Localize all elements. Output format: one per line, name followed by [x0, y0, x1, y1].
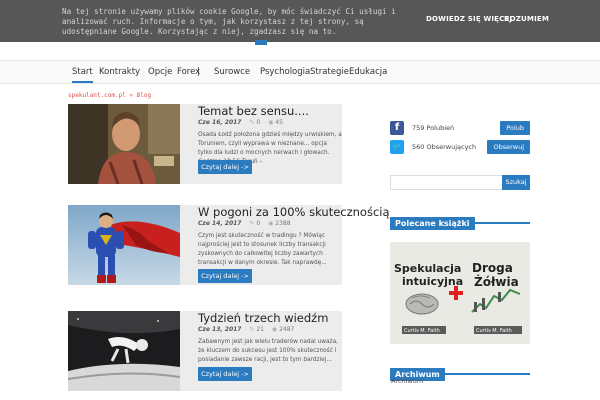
breadcrumb-separator: »	[129, 92, 134, 99]
post-date: Cze 16, 2017	[198, 119, 242, 126]
twitter-follow-button[interactable]: Obserwuj	[487, 140, 530, 154]
post-comments-count: 0	[256, 220, 261, 227]
books-widget-title: Polecane książki	[390, 211, 530, 230]
post-views-count: 2487	[279, 326, 295, 333]
post-meta: Cze 14, 2017 ✎ 0 ◉ 2388	[198, 220, 291, 227]
post-meta: Cze 13, 2017 ✎ 21 ◉ 2487	[198, 326, 294, 333]
comments-icon: ✎	[249, 326, 255, 333]
post-excerpt: Zabawnym jest jak wielu traderów nadal u…	[198, 339, 338, 363]
book1-author: Curtis M. Faith	[404, 328, 440, 334]
nav-item-surowce[interactable]: Surowce	[214, 67, 250, 77]
archive-widget-title: Archiwum	[390, 362, 530, 381]
views-icon: ◉	[268, 220, 274, 227]
post-title[interactable]: Tydzień trzech wiedźm	[198, 311, 328, 325]
post-comments-count: 0	[256, 119, 261, 126]
nav-separator-icon: |	[197, 67, 200, 77]
comments-icon: ✎	[249, 119, 255, 126]
comments-icon: ✎	[249, 220, 255, 227]
search-button[interactable]: Szukaj	[502, 175, 530, 190]
main-nav: Start Kontrakty Opcje Forex | Surowce Ps…	[0, 60, 600, 84]
read-more-button[interactable]: Czytaj dalej ->	[198, 269, 252, 283]
twitter-icon[interactable]: 🐦	[390, 140, 404, 154]
twitter-widget: 🐦 560 Obserwujących Obserwuj	[390, 140, 530, 156]
post-card: W pogoni za 100% skutecznością Cze 14, 2…	[68, 205, 390, 285]
book2-title-line1: Droga	[472, 261, 513, 275]
nav-item-kontrakty[interactable]: Kontrakty	[99, 67, 140, 77]
post-card: Temat bez sensu.... Cze 16, 2017 ✎ 0 ◉ 4…	[68, 104, 342, 184]
post-views-count: 2388	[275, 220, 291, 227]
read-more-button[interactable]: Czytaj dalej ->	[198, 160, 252, 174]
post-excerpt: Czym jest skuteczność w tradingu ? Mówią…	[198, 233, 327, 266]
book2-author: Curtis M. Faith	[476, 328, 512, 334]
post-thumbnail-astronaut[interactable]	[68, 311, 180, 391]
post-title[interactable]: Temat bez sensu....	[198, 104, 309, 118]
nav-item-psychologia[interactable]: Psychologia	[260, 67, 310, 77]
book1-title-line1: Spekulacja	[394, 262, 461, 275]
views-icon: ◉	[271, 326, 278, 333]
book2-title-line2: Żółwia	[474, 274, 519, 289]
nav-item-start[interactable]: Start	[72, 67, 93, 83]
facebook-widget: f 759 Polubień Polub	[390, 121, 530, 137]
post-date: Cze 13, 2017	[198, 326, 242, 333]
post-title[interactable]: W pogoni za 100% skutecznością	[198, 205, 390, 219]
accept-cookies-button[interactable]: ROZUMIEM	[504, 15, 549, 23]
facebook-like-button[interactable]: Polub	[500, 121, 530, 135]
nav-item-opcje[interactable]: Opcje	[148, 67, 172, 77]
breadcrumb: spekulant.com.pl » Blog	[68, 92, 151, 99]
views-icon: ◉	[268, 119, 274, 126]
breadcrumb-home[interactable]: spekulant.com.pl	[68, 92, 126, 99]
facebook-likes-count: 759 Polubień	[412, 124, 455, 132]
post-date: Cze 14, 2017	[198, 220, 242, 227]
post-thumbnail-superman[interactable]	[68, 205, 180, 285]
cookie-banner: Na tej stronie używamy plików cookie Goo…	[0, 0, 600, 42]
twitter-followers-count: 560 Obserwujących	[412, 143, 477, 151]
post-card: Tydzień trzech wiedźm Cze 13, 2017 ✎ 21 …	[68, 311, 342, 391]
post-views-count: 45	[275, 119, 283, 126]
post-comments-count: 21	[256, 326, 264, 333]
facebook-icon[interactable]: f	[390, 121, 404, 135]
breadcrumb-current: Blog	[136, 92, 152, 99]
search-input[interactable]	[390, 175, 504, 190]
nav-item-edukacja[interactable]: Edukacja	[349, 67, 387, 77]
post-meta: Cze 16, 2017 ✎ 0 ◉ 45	[198, 119, 283, 126]
cookie-banner-text: Na tej stronie używamy plików cookie Goo…	[62, 7, 396, 36]
learn-more-button[interactable]: DOWIEDZ SIĘ WIĘCEJ	[426, 15, 512, 23]
read-more-button[interactable]: Czytaj dalej ->	[198, 367, 252, 381]
book-promo-banner[interactable]: Spekulacja intuicyjna Curtis M. Faith Dr…	[390, 242, 530, 344]
post-thumbnail-man[interactable]	[68, 104, 180, 184]
nav-item-strategie[interactable]: Strategie	[310, 67, 349, 77]
logo-fragment	[255, 40, 267, 45]
archive-link[interactable]: Archiwum	[391, 377, 423, 385]
